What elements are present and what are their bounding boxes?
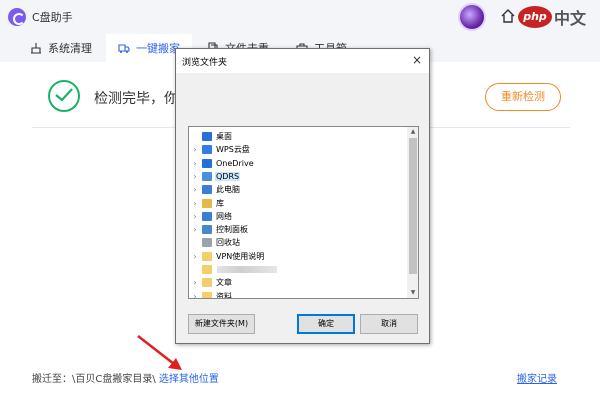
tree-item-label: VPN使用说明 — [216, 251, 265, 261]
tree-item-label: 回收站 — [216, 238, 240, 248]
tree-item[interactable] — [189, 263, 407, 276]
tree-item[interactable]: › 库 — [189, 197, 407, 210]
check-circle-icon — [48, 80, 80, 112]
truck-icon — [118, 44, 130, 53]
tree-item[interactable]: › OneDrive — [189, 157, 407, 170]
home-icon[interactable] — [500, 8, 516, 24]
redacted-label — [217, 266, 277, 273]
tree-item-label: 桌面 — [216, 132, 232, 141]
tree-item-label: 库 — [216, 198, 224, 208]
chevron-right-icon[interactable]: › — [191, 172, 199, 181]
chevron-right-icon[interactable]: › — [191, 252, 199, 261]
tree-item[interactable]: › 资料 — [189, 290, 407, 299]
vertical-scrollbar[interactable]: ▲ ▼ — [407, 127, 418, 298]
ok-button[interactable]: 确定 — [297, 314, 355, 334]
tree-item[interactable]: › VPN使用说明 — [189, 250, 407, 263]
tree-item-label: OneDrive — [216, 158, 254, 168]
desktop-icon — [202, 132, 212, 141]
chevron-right-icon[interactable]: › — [191, 159, 199, 168]
close-icon[interactable]: × — [410, 53, 424, 67]
library-icon — [202, 198, 212, 208]
title-bar: C盘助手 php 中文网 — [0, 0, 600, 52]
chevron-right-icon[interactable]: › — [191, 145, 199, 154]
tree-item-label: 控制面板 — [216, 225, 248, 235]
network-icon — [202, 211, 212, 221]
tree-item[interactable]: › 控制面板 — [189, 223, 407, 236]
tree-item-label: 此电脑 — [216, 185, 240, 195]
tree-item-label: QDRS — [215, 171, 241, 181]
tree-item[interactable]: › 文章 — [189, 276, 407, 289]
chevron-right-icon[interactable]: › — [191, 225, 199, 234]
folder-icon — [202, 278, 212, 288]
dialog-title-bar: 浏览文件夹 × — [176, 49, 429, 73]
chevron-right-icon[interactable]: › — [191, 212, 199, 221]
destination-path-label: 搬迁至：\百贝C盘搬家目录\ — [32, 374, 156, 385]
app-logo-icon — [8, 8, 26, 26]
tree-item[interactable]: › 网络 — [189, 210, 407, 223]
tab-label: 一键搬家 — [136, 42, 180, 55]
watermark: php 中文网 — [518, 4, 600, 52]
tree-item[interactable]: 桌面 — [189, 130, 407, 143]
chevron-right-icon[interactable]: › — [191, 278, 199, 287]
computer-icon — [202, 185, 212, 195]
dialog-title: 浏览文件夹 — [182, 58, 228, 68]
tree-item[interactable]: › WPS云盘 — [189, 143, 407, 156]
broom-icon — [31, 43, 41, 54]
tree-item[interactable]: › QDRS — [189, 170, 407, 183]
choose-location-link[interactable]: 选择其他位置 — [159, 374, 219, 385]
tab-label: 系统清理 — [48, 42, 92, 55]
control-panel-icon — [202, 225, 212, 235]
recycle-bin-icon — [202, 238, 212, 248]
folder-icon — [202, 291, 212, 298]
folder-icon — [202, 265, 212, 274]
scroll-thumb[interactable] — [409, 138, 417, 274]
new-folder-button[interactable]: 新建文件夹(M) — [188, 314, 255, 334]
browse-folder-dialog: 浏览文件夹 × 桌面 › WPS云盘 › OneDrive › QDRS › 此电脑 › 库 › 网络 ›… — [175, 48, 430, 344]
app-title: C盘助手 — [32, 11, 73, 24]
watermark-logo: php — [518, 6, 552, 28]
scan-status-text: 检测完毕，你 — [94, 91, 178, 107]
scroll-down-icon[interactable]: ▼ — [407, 288, 418, 298]
user-folder-icon — [202, 171, 212, 181]
chevron-right-icon[interactable]: › — [191, 292, 199, 298]
folder-icon — [202, 251, 212, 261]
onedrive-icon — [202, 158, 212, 168]
tree-item-label: 文章 — [216, 278, 232, 288]
chevron-right-icon[interactable]: › — [191, 199, 199, 208]
cancel-button[interactable]: 取消 — [360, 314, 418, 334]
cloud-icon — [202, 145, 212, 155]
tab-system-clean[interactable]: 系统清理 — [30, 34, 92, 62]
tree-item[interactable]: › 此电脑 — [189, 183, 407, 196]
rescan-button[interactable]: 重新检测 — [485, 83, 561, 111]
move-record-link[interactable]: 搬家记录 — [517, 370, 557, 385]
tree-item-label: WPS云盘 — [216, 145, 250, 155]
scroll-up-icon[interactable]: ▲ — [407, 127, 418, 137]
tree-item-label: 资料 — [216, 291, 232, 299]
tree-item-label: 网络 — [216, 211, 232, 221]
user-avatar[interactable] — [458, 3, 486, 31]
chevron-right-icon[interactable]: › — [191, 185, 199, 194]
tree-item[interactable]: 回收站 — [189, 236, 407, 249]
folder-tree[interactable]: 桌面 › WPS云盘 › OneDrive › QDRS › 此电脑 › 库 › 网络 › 控制面板 回收站 ›… — [188, 126, 419, 299]
